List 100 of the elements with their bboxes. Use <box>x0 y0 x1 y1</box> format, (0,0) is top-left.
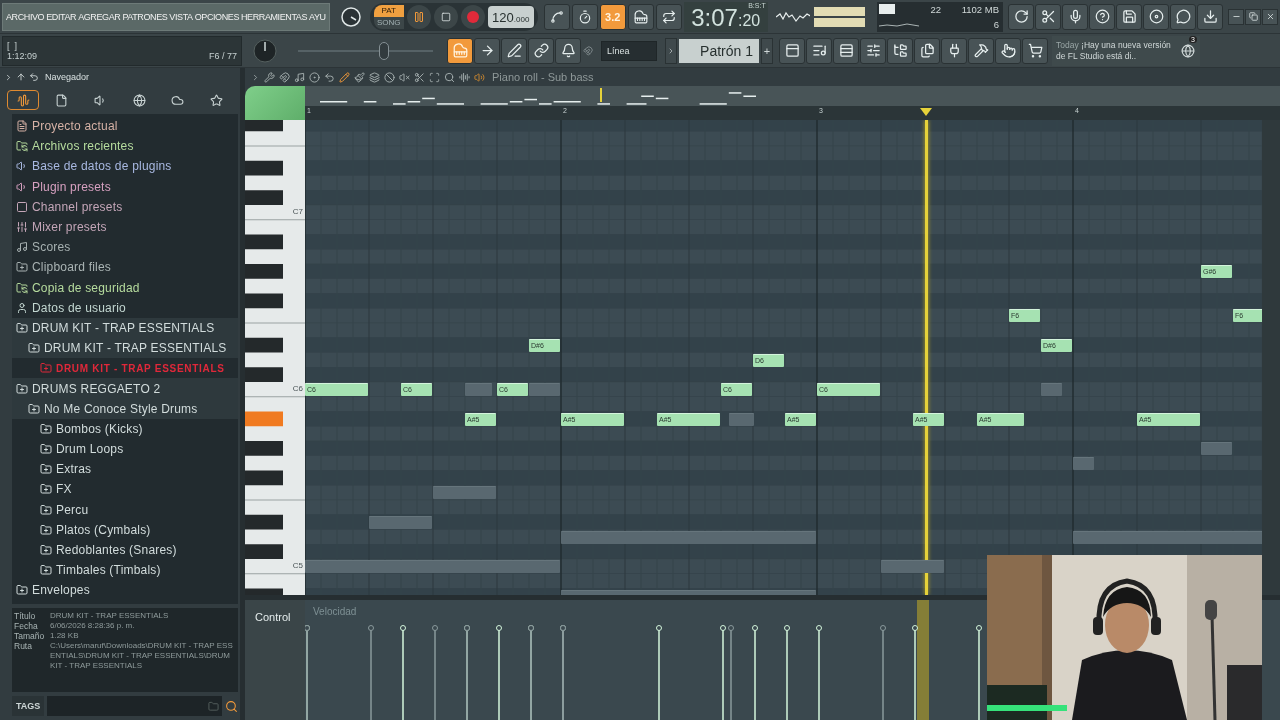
pointer-button[interactable] <box>995 37 1021 64</box>
menu-item[interactable]: HERRAMIENTAS <box>241 11 308 22</box>
parameter-label: Velocidad <box>313 606 357 617</box>
channel-rack-icon <box>838 43 854 58</box>
hint-time: 1:12:09 <box>7 50 38 61</box>
folder-tree-icon <box>892 43 908 58</box>
menu-item[interactable]: VISTA <box>169 11 193 22</box>
folder-tree-button[interactable] <box>887 37 913 64</box>
cpu-meter-drawing <box>877 1 921 30</box>
tags-field[interactable] <box>47 696 222 716</box>
link-button[interactable] <box>528 37 554 64</box>
browser-item[interactable]: Redoblantes (Snares) <box>56 543 177 558</box>
stop-button[interactable] <box>433 4 458 29</box>
folder-icon <box>40 463 52 476</box>
tempo-field[interactable]: 120.000 <box>487 5 534 28</box>
pitch-knob[interactable] <box>252 37 278 64</box>
disc-icon <box>1148 9 1164 24</box>
hint-note: F6 / 77 <box>209 50 237 61</box>
browser-item[interactable]: Platos (Cymbals) <box>56 522 151 537</box>
pen-button[interactable] <box>501 37 527 64</box>
cart-button[interactable] <box>1022 37 1048 64</box>
browser-item[interactable]: Mixer presets <box>32 220 107 235</box>
plug-button[interactable] <box>941 37 967 64</box>
microphone-button[interactable] <box>1062 3 1088 30</box>
browser-item[interactable]: Copia de seguridad <box>32 280 140 295</box>
pause-button[interactable] <box>406 4 431 29</box>
peak-meter-drawing <box>813 4 865 29</box>
star-icon <box>210 93 224 107</box>
browser-item[interactable]: Scores <box>32 240 71 255</box>
menu-item[interactable]: AYU <box>309 11 326 22</box>
playhead-marker-icon[interactable] <box>920 108 932 116</box>
menu-item[interactable]: OPCIONES <box>194 11 239 22</box>
info-value: DRUM KIT - TRAP ESSENTIALS <box>50 611 170 621</box>
key-label: C6 <box>292 384 303 393</box>
scissors-button[interactable] <box>1035 3 1061 30</box>
tags-button[interactable]: TAGS <box>12 696 45 716</box>
control-label[interactable]: Control <box>255 611 291 623</box>
disc-button[interactable] <box>1143 3 1169 30</box>
snap-dropdown[interactable]: Línea <box>601 40 657 61</box>
folder-icon <box>28 342 40 355</box>
mixer-button[interactable] <box>860 37 886 64</box>
speaker-icon <box>16 180 28 193</box>
wrench-icon <box>264 71 275 83</box>
scrollbar[interactable] <box>1262 120 1280 595</box>
record-button[interactable] <box>460 4 485 29</box>
bell-icon <box>560 43 576 58</box>
piano-roll-button[interactable] <box>806 37 832 64</box>
folder-icon <box>40 422 52 435</box>
arrow-button[interactable] <box>474 37 500 64</box>
save-button[interactable] <box>1116 3 1142 30</box>
loop-record-button[interactable] <box>655 3 682 30</box>
menu-item[interactable]: ARCHIVO <box>6 11 45 22</box>
browser-item[interactable]: Extras <box>56 462 92 477</box>
browser-item[interactable]: Proyecto actual <box>32 119 118 134</box>
browser-item[interactable]: Datos de usuario <box>32 300 126 315</box>
browser-item[interactable]: Plugin presets <box>32 179 111 194</box>
chat-button[interactable] <box>1170 3 1196 30</box>
browser-item[interactable]: Channel presets <box>32 199 123 214</box>
browser-tab[interactable] <box>7 90 40 110</box>
browser-item[interactable]: Clipboard files <box>32 260 112 275</box>
browser-item[interactable]: Drum Loops <box>56 442 124 457</box>
channel-rack-button[interactable] <box>833 37 859 64</box>
close-button[interactable] <box>1262 8 1278 25</box>
browser-item[interactable]: Envelopes <box>32 583 90 598</box>
note-icon <box>16 241 28 254</box>
piano-keyboard-drawing[interactable] <box>245 120 305 595</box>
help-icon <box>1094 9 1110 24</box>
download-button[interactable] <box>1197 3 1223 30</box>
browser-item[interactable]: Archivos recientes <box>32 139 134 154</box>
stop-icon <box>440 11 451 22</box>
pattern-selector[interactable]: Patrón 1 <box>679 38 759 63</box>
slider-thumb[interactable] <box>379 41 390 60</box>
up-arrow-icon <box>16 72 26 82</box>
help-button[interactable] <box>1089 3 1115 30</box>
add-pattern-button[interactable]: + <box>761 37 773 64</box>
browser-item[interactable]: FX <box>56 482 72 497</box>
restore-button[interactable] <box>1245 8 1261 25</box>
volume-knob[interactable] <box>339 5 362 28</box>
zoom-handle[interactable] <box>245 86 305 120</box>
browser-item[interactable]: Percu <box>56 502 89 517</box>
playlist-button[interactable] <box>779 37 805 64</box>
menu-item[interactable]: PATRONES <box>122 11 168 22</box>
typing-keyboard-button[interactable] <box>447 37 473 64</box>
browser-item[interactable]: Timbales (Timbals) <box>56 563 161 578</box>
folder-icon <box>16 321 28 334</box>
piano-roll-icon <box>811 43 827 58</box>
mode-tab[interactable]: PAT <box>373 4 404 17</box>
menu-item[interactable]: AGREGAR <box>78 11 121 22</box>
bell-button[interactable] <box>555 37 581 64</box>
browser-item[interactable]: Base de datos de plugins <box>32 159 172 174</box>
magnet-icon <box>583 45 593 56</box>
files-button[interactable] <box>914 37 940 64</box>
browser-item[interactable]: Bombos (Kicks) <box>56 421 143 436</box>
step-edit-button[interactable] <box>627 3 654 30</box>
arrow-icon <box>479 43 495 58</box>
hammer-button[interactable] <box>968 37 994 64</box>
minimize-button[interactable] <box>1228 8 1244 25</box>
menu-item[interactable]: EDITAR <box>46 11 77 22</box>
wait-button[interactable] <box>571 3 598 30</box>
folder-icon <box>40 443 52 456</box>
